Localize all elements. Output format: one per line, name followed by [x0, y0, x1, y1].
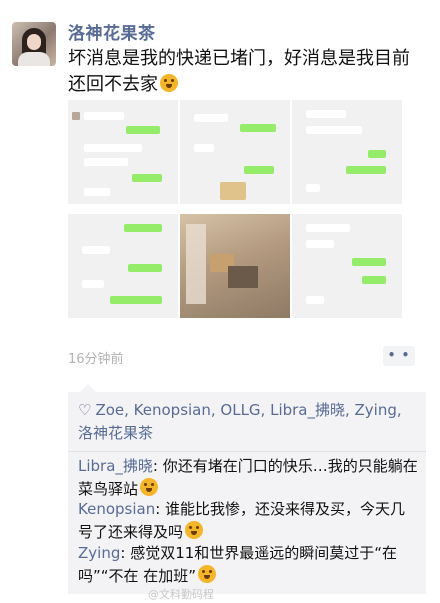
image-thumb-3[interactable]	[292, 100, 402, 204]
chat-bubble	[126, 126, 160, 134]
more-button[interactable]: • •	[383, 346, 415, 366]
chat-bubble	[84, 188, 110, 196]
chat-bubble	[240, 124, 276, 132]
chat-bubble	[244, 166, 274, 174]
chat-bubble	[306, 110, 346, 118]
comment-item[interactable]: Libra_拂晓: 你还有堵在门口的快乐…我的只能躺在菜鸟驿站	[78, 455, 418, 501]
chat-bubble	[84, 112, 124, 120]
panel-caret	[80, 384, 96, 392]
chat-avatar-icon	[72, 112, 80, 120]
likes-names[interactable]: Zoe, Kenopsian, OLLG, Libra_拂晓, Zying, 洛…	[78, 401, 402, 442]
chat-bubble	[124, 224, 162, 232]
chat-bubble	[306, 126, 362, 134]
chat-bubble	[132, 174, 162, 182]
chat-bubble	[368, 150, 386, 158]
chat-bubble	[306, 184, 320, 192]
image-thumb-5[interactable]	[180, 214, 290, 318]
comment-author[interactable]: Zying	[78, 544, 120, 562]
post-text-content: 坏消息是我的快递已堵门，好消息是我目前还回不去家	[68, 48, 410, 95]
face-emoji-icon	[160, 74, 178, 92]
chat-bubble	[346, 166, 386, 174]
face-emoji-icon	[185, 521, 204, 539]
door-shape	[186, 224, 206, 304]
face-emoji-icon	[198, 565, 217, 583]
chat-bubble	[110, 296, 162, 304]
author-avatar[interactable]	[12, 22, 56, 66]
comment-panel: ♡ Zoe, Kenopsian, OLLG, Libra_拂晓, Zying, …	[68, 384, 426, 594]
watermark-text: @文科勤码程	[148, 588, 214, 601]
ellipsis-icon: • •	[387, 348, 411, 362]
chat-bubble	[306, 240, 334, 248]
chat-bubble	[84, 158, 128, 166]
image-thumb-2[interactable]	[180, 100, 290, 204]
moments-post: 洛神花果茶 坏消息是我的快递已堵门，好消息是我目前还回不去家 16分钟前 • •…	[0, 0, 440, 603]
image-thumb-1[interactable]	[68, 100, 178, 204]
face-emoji-icon	[140, 478, 159, 496]
comment-colon: :	[152, 457, 163, 475]
image-thumb-6[interactable]	[292, 214, 402, 318]
chat-bubble	[82, 246, 110, 254]
comment-item[interactable]: Zying: 感觉双11和世界最遥远的瞬间莫过于“在吗”“不在 在加班”	[78, 542, 418, 588]
comment-colon: :	[155, 500, 166, 518]
likes-line: ♡ Zoe, Kenopsian, OLLG, Libra_拂晓, Zying, …	[78, 399, 418, 445]
image-thumb-4[interactable]	[68, 214, 178, 318]
avatar-face	[27, 34, 41, 50]
chat-bubble	[306, 296, 324, 304]
comment-divider	[68, 451, 426, 452]
heart-outline-icon: ♡	[78, 401, 92, 419]
comment-author[interactable]: Libra_拂晓	[78, 457, 153, 475]
chat-bubble	[352, 258, 386, 266]
comment-author[interactable]: Kenopsian	[78, 500, 155, 518]
doorway-photo	[180, 214, 290, 318]
avatar-body	[18, 52, 50, 66]
post-text: 坏消息是我的快递已堵门，好消息是我目前还回不去家	[68, 46, 418, 98]
chat-bubble	[84, 144, 142, 152]
chat-bubble	[82, 280, 104, 288]
shared-photo	[220, 182, 246, 200]
parcel-shape	[228, 266, 258, 288]
comment-colon: :	[120, 544, 131, 562]
comment-item[interactable]: Kenopsian: 谁能比我惨，还没来得及买，今天几号了还来得及吗	[78, 498, 418, 544]
chat-bubble	[194, 114, 228, 122]
author-name[interactable]: 洛神花果茶	[68, 19, 156, 44]
chat-bubble	[306, 224, 350, 232]
chat-bubble	[194, 144, 214, 152]
chat-bubble	[128, 264, 162, 272]
post-time: 16分钟前	[68, 352, 124, 367]
chat-bubble	[362, 276, 386, 284]
image-grid	[68, 100, 416, 322]
